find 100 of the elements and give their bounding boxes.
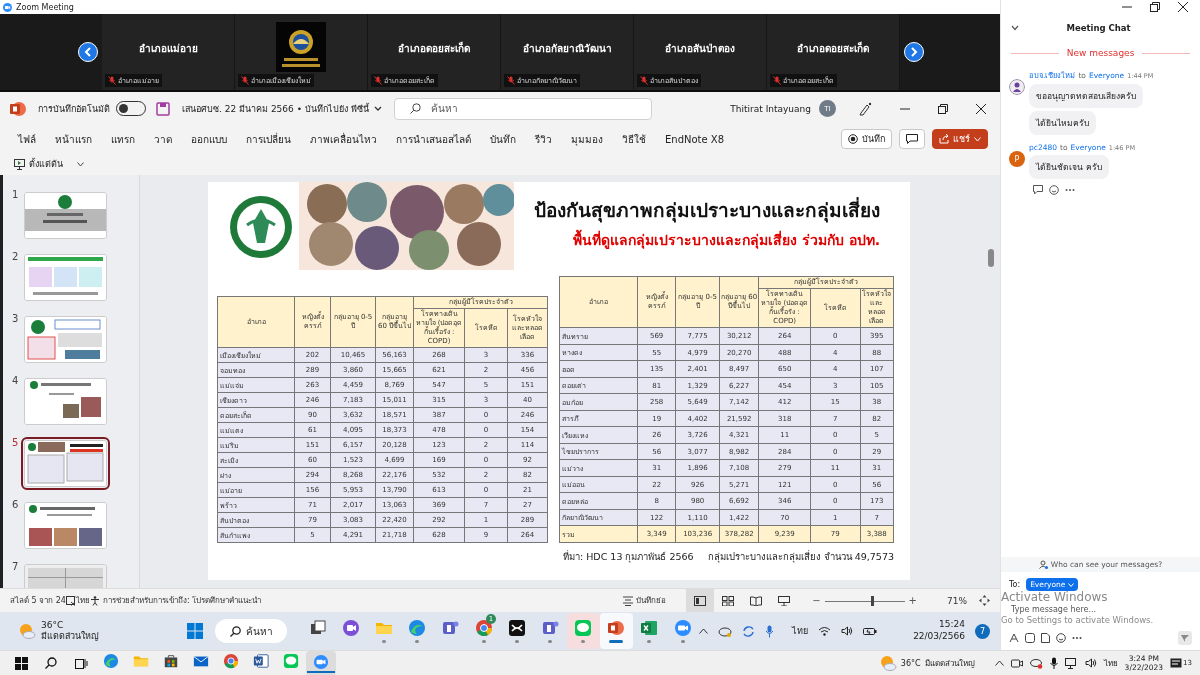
zoom-out-button[interactable]: − [812,595,821,606]
language-indicator[interactable]: ไทย [75,594,90,607]
emoji-icon[interactable] [1056,633,1066,643]
camera-icon[interactable] [1010,657,1023,669]
message-input[interactable]: Type message here... [1009,604,1133,615]
file-name-button[interactable]: เสนอศบซ. 22 มีนาคม 2566 • บันทึกไปยัง พีซีนี้ [182,101,382,116]
pen-icon[interactable] [858,101,872,116]
zoom-in-button[interactable]: + [908,595,917,606]
monitor-icon[interactable] [1064,657,1078,669]
ribbon-tab[interactable]: วิธีใช้ [622,131,646,147]
record-button[interactable]: บันทึก [841,129,892,149]
ribbon-tab[interactable]: มุมมอง [571,131,603,147]
team-chat-icon[interactable] [540,619,559,637]
presentation-icon[interactable] [607,619,626,637]
send-icon[interactable] [1178,631,1192,645]
language-indicator[interactable]: ไทย [1103,656,1118,670]
share-button[interactable]: แชร์ [932,129,988,149]
file-icon[interactable] [1041,633,1050,643]
ribbon-tab[interactable]: วาด [154,131,172,147]
chevron-up-icon[interactable] [994,660,1004,666]
speaker-icon[interactable] [1084,658,1097,668]
customize-button[interactable] [77,161,84,167]
previous-button[interactable] [78,42,98,62]
zoom-slider[interactable] [824,595,905,606]
comment-button[interactable] [899,129,925,149]
slide-thumbnail[interactable] [24,378,107,425]
ribbon-tab[interactable]: การเปลี่ยน [246,131,291,147]
ribbon-tab[interactable]: หน้าแรก [55,131,92,147]
microphone-icon[interactable] [1049,657,1058,669]
zoom-slider-thumb[interactable] [871,595,875,606]
slide-thumbnail[interactable] [24,254,107,301]
team-chat-icon[interactable] [441,619,460,637]
browser-icon[interactable] [408,619,427,637]
slide-thumbnail[interactable] [24,192,107,239]
fit-to-window-icon[interactable] [979,595,990,606]
speaker-icon[interactable] [841,626,854,636]
projector-icon [778,595,791,606]
reply-icon[interactable] [1033,185,1043,195]
video-camera-icon[interactable] [313,653,329,670]
language-indicator[interactable]: ไทย [792,624,809,638]
close-icon [976,103,986,114]
cloud-icon[interactable] [718,625,733,637]
slide-thumbnail[interactable] [24,502,107,549]
restore-icon [1150,2,1160,12]
ribbon-tab[interactable]: รีวิว [535,131,552,147]
mail-icon[interactable] [193,653,209,669]
video-editor-icon[interactable] [507,619,526,637]
chevron-down-icon[interactable] [1011,25,1019,31]
cloud-icon[interactable] [1029,657,1043,669]
notification-count[interactable]: 7 [975,623,990,639]
ribbon-tab[interactable]: ออกแบบ [191,131,227,147]
activation-message: Go to Settings to activate Windows. [1001,615,1154,625]
ribbon-tab[interactable]: บันทึก [490,131,516,147]
ribbon-tab[interactable]: แทรก [111,131,135,147]
clock-time[interactable]: 15:24 [939,619,965,631]
participant-name: อำเภอสันป่าตอง [665,41,735,56]
spellcheck-icon[interactable] [65,595,76,606]
slide-subtitle: พื้นที่ดูแลกลุ่มเปราะบางและกลุ่มเสี่ยง ร่วมกับ อปท. [572,229,880,251]
task-view-icon[interactable] [308,619,327,637]
document-icon[interactable] [253,653,269,669]
next-button[interactable] [904,42,924,62]
view-button[interactable] [686,589,715,612]
screenshot-icon[interactable] [1025,633,1035,643]
wifi-icon[interactable] [818,626,832,636]
slide-thumbnail[interactable] [24,316,107,363]
browser-icon[interactable] [103,653,119,669]
video-camera-icon[interactable] [673,619,692,637]
notes-icon [623,595,634,606]
format-icon[interactable] [1009,633,1019,643]
clock-date[interactable]: 22/03/2566 [913,631,965,643]
browser-icon[interactable] [474,619,493,637]
chevron-up-icon[interactable] [699,628,709,634]
share-icon [939,134,949,144]
video-call-icon[interactable] [342,619,360,637]
start-from-beginning-button[interactable]: ตั้งแต่ต้น [14,157,63,171]
search-field[interactable]: ค้นหา [393,97,652,120]
notes-button[interactable]: บันทึกย่อ [623,594,667,607]
total-note: กลุ่มเปราะบางและกลุ่มเสี่ยง จำนวน 49,7573 [707,549,894,564]
user-avatar: P [1009,151,1025,167]
accessibility-button[interactable]: การช่วยสำหรับการเข้าถึง: โปรดศึกษาคำแนะนำ [89,594,262,607]
zoom-percent[interactable]: 71% [947,595,967,606]
search-button[interactable]: ค้นหา [215,619,288,643]
battery-icon[interactable] [863,626,878,636]
muted-microphone-icon [773,76,781,85]
ribbon-tab[interactable]: การนำเสนอสไลด์ [396,131,471,147]
caret-icon [1068,582,1075,587]
slide-number: 3 [11,313,20,324]
ribbon-tab[interactable]: EndNote X8 [665,133,725,145]
slide-number: 1 [11,189,20,200]
emoji-icon[interactable] [1049,185,1059,195]
save-icon[interactable] [156,101,170,116]
ribbon-tab[interactable]: ภาพเคลื่อนไหว [310,131,377,147]
browser-icon[interactable] [223,653,239,669]
normal-view-icon [694,595,707,606]
slide-thumbnail[interactable] [24,440,107,487]
sync-icon[interactable] [742,624,756,638]
scrollbar-thumb[interactable] [988,249,994,267]
spreadsheet-icon[interactable] [640,619,659,637]
ribbon-tab[interactable]: ไฟล์ [18,131,36,147]
store-icon[interactable] [163,653,179,669]
